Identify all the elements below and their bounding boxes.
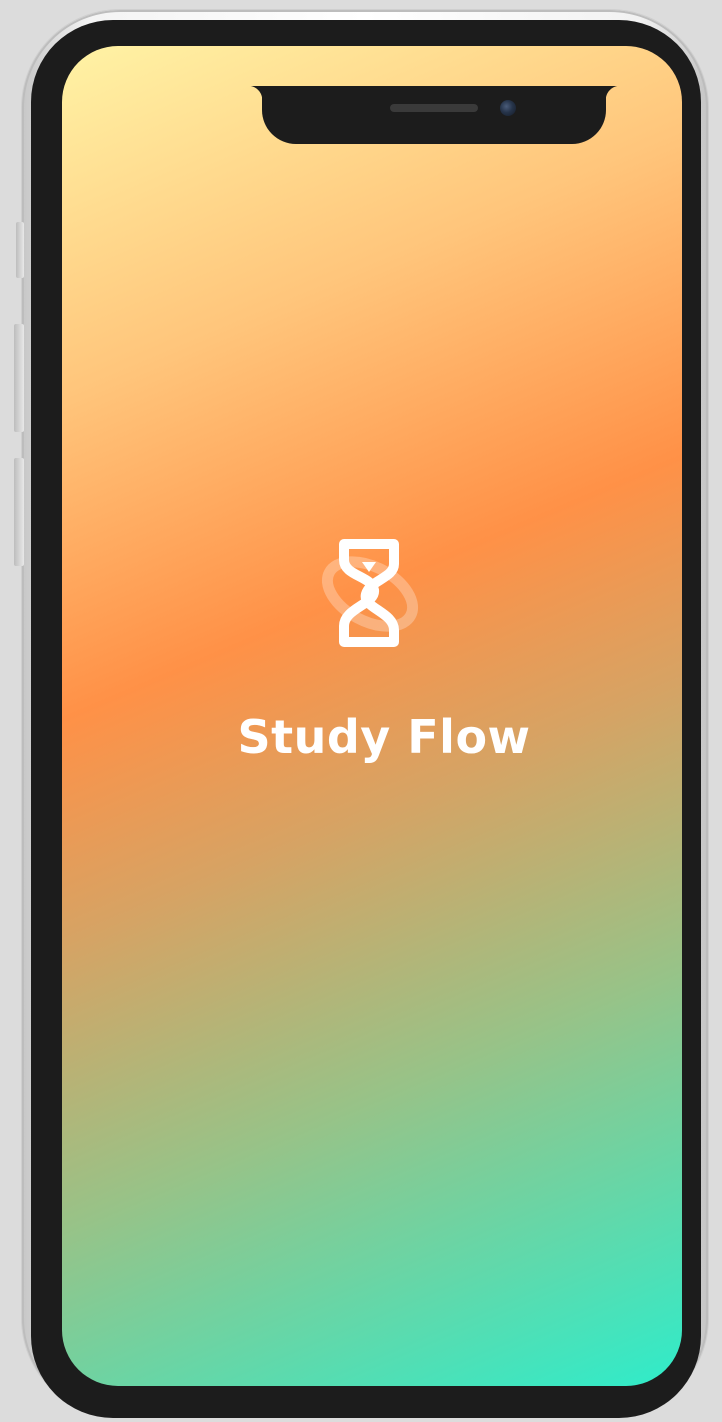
front-camera-icon — [500, 100, 516, 116]
splash-screen: Study Flow — [62, 46, 682, 1386]
speaker-grille — [390, 104, 478, 112]
notch — [248, 86, 620, 144]
splash-content: Study Flow — [62, 46, 682, 1386]
app-name: Study Flow — [237, 710, 531, 764]
side-button-volume-down — [14, 458, 24, 566]
side-button-volume-up — [14, 324, 24, 432]
side-button-silent — [16, 222, 24, 278]
hourglass-s-logo-icon — [321, 539, 419, 647]
